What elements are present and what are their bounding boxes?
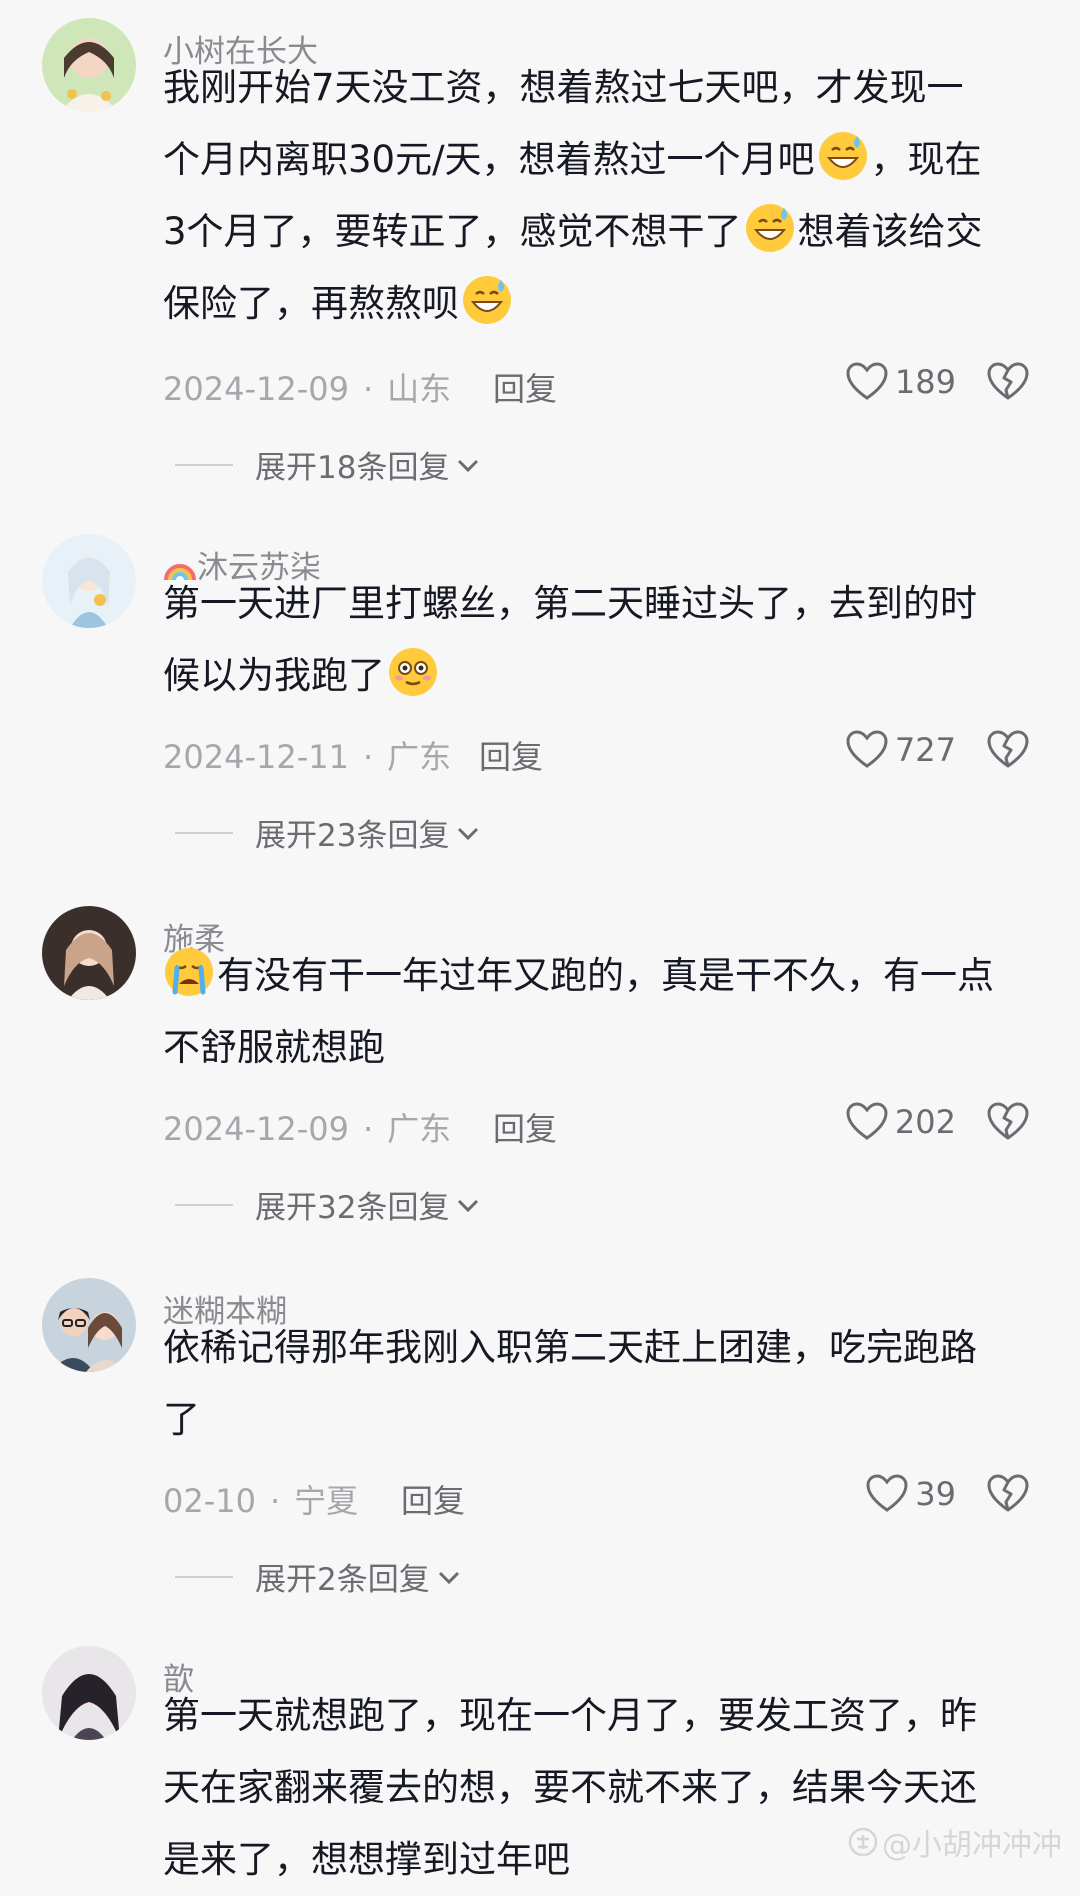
like-count: 727	[894, 731, 956, 769]
comment-line: 第一天进厂里打螺丝，第二天睡过头了，去到的时	[163, 582, 977, 625]
heart-icon	[846, 362, 888, 400]
comment-location: 山东	[387, 370, 452, 408]
reply-button[interactable]: 回复	[493, 1104, 557, 1150]
toutiao-logo-icon	[848, 1827, 878, 1857]
broken-heart-icon[interactable]	[986, 1102, 1030, 1142]
expand-replies-label: 展开32条回复	[255, 1190, 450, 1226]
comment-text: 第一天进厂里打螺丝，第二天睡过头了，去到的时 候以为我跑了	[163, 568, 1043, 712]
like-count: 39	[915, 1475, 956, 1513]
comment-line-text: ，现在	[870, 138, 982, 181]
comment-date: 2024-12-09	[163, 1110, 349, 1148]
meta-separator: ·	[362, 738, 374, 776]
comment-meta: 02-10 · 宁夏	[163, 1476, 358, 1522]
reply-button[interactable]: 回复	[401, 1476, 465, 1522]
comment-line: 候以为我跑了	[163, 640, 1043, 712]
comment-location: 广东	[387, 738, 452, 776]
meta-separator: ·	[362, 370, 374, 408]
crying-emoji-icon	[165, 948, 213, 996]
meta-separator: ·	[269, 1482, 281, 1520]
avatar[interactable]	[42, 1278, 136, 1372]
comment-meta: 2024-12-11 · 广东	[163, 732, 451, 778]
comment-text: 依稀记得那年我刚入职第二天赶上团建，吃完跑路 了	[163, 1312, 1043, 1456]
chevron-down-icon	[438, 1571, 459, 1584]
like-count: 189	[894, 363, 956, 401]
broken-heart-icon[interactable]	[986, 362, 1030, 402]
broken-heart-icon[interactable]	[986, 730, 1030, 770]
comment-line: 有没有干一年过年又跑的，真是干不久，有一点	[163, 940, 1043, 1012]
comment-line: 保险了，再熬熬呗	[163, 268, 1043, 340]
comment-line: 了	[163, 1398, 200, 1441]
heart-icon	[846, 1102, 888, 1140]
comment-line-text: 保险了，再熬熬呗	[163, 282, 459, 325]
grin-sweat-emoji-icon	[745, 204, 794, 252]
broken-heart-icon[interactable]	[986, 1474, 1030, 1514]
comment-location: 广东	[387, 1110, 452, 1148]
avatar[interactable]	[42, 1646, 136, 1740]
reply-button[interactable]: 回复	[479, 732, 543, 778]
comment-line: 不舒服就想跑	[163, 1026, 385, 1069]
heart-icon	[866, 1474, 908, 1512]
chevron-down-icon	[458, 827, 479, 840]
divider	[175, 1203, 233, 1206]
comment-line-text: 个月内离职30元/天，想着熬过一个月吧	[163, 138, 815, 181]
divider	[175, 1575, 233, 1578]
avatar[interactable]	[42, 534, 136, 628]
avatar[interactable]	[42, 18, 136, 112]
comment-line: 3个月了，要转正了，感觉不想干了 想着该给交	[163, 196, 1043, 268]
comment-meta: 2024-12-09 · 广东	[163, 1104, 451, 1150]
chevron-down-icon	[458, 1199, 479, 1212]
comment-line: 依稀记得那年我刚入职第二天赶上团建，吃完跑路	[163, 1326, 977, 1369]
meta-separator: ·	[362, 1110, 374, 1148]
avatar[interactable]	[42, 906, 136, 1000]
dazed-emoji-icon	[389, 648, 437, 696]
like-button[interactable]: 727	[845, 730, 956, 770]
grin-sweat-emoji-icon	[463, 276, 511, 324]
divider	[175, 463, 233, 466]
comment-line-text: 想着该给交	[797, 210, 983, 253]
comment-meta: 2024-12-09 · 山东	[163, 364, 451, 410]
comment-date: 2024-12-09	[163, 370, 349, 408]
expand-replies-button[interactable]: 展开18条回复	[175, 442, 481, 487]
comment-date: 2024-12-11	[163, 738, 349, 776]
expand-replies-button[interactable]: 展开32条回复	[175, 1182, 481, 1227]
comment-line: 我刚开始7天没工资，想着熬过七天吧，才发现一	[163, 66, 964, 109]
like-button[interactable]: 202	[845, 1102, 956, 1142]
comment-date: 02-10	[163, 1482, 256, 1520]
comment-line-text: 有没有干一年过年又跑的，真是干不久，有一点	[217, 954, 994, 997]
chevron-down-icon	[458, 459, 479, 472]
like-count: 202	[894, 1103, 956, 1141]
like-button[interactable]: 189	[845, 362, 956, 402]
expand-replies-label: 展开23条回复	[255, 818, 450, 854]
like-button[interactable]: 39	[865, 1474, 956, 1514]
heart-icon	[846, 730, 888, 768]
comment-line-text: 候以为我跑了	[163, 654, 385, 697]
divider	[175, 831, 233, 834]
grin-sweat-emoji-icon	[818, 132, 867, 180]
comment-text: 我刚开始7天没工资，想着熬过七天吧，才发现一 个月内离职30元/天，想着熬过一个…	[163, 52, 1043, 340]
watermark-text: @小胡冲冲冲	[882, 1828, 1062, 1863]
expand-replies-button[interactable]: 展开2条回复	[175, 1554, 462, 1599]
comment-line: 个月内离职30元/天，想着熬过一个月吧 ，现在	[163, 124, 1043, 196]
expand-replies-button[interactable]: 展开23条回复	[175, 810, 481, 855]
comment-location: 宁夏	[294, 1482, 359, 1520]
comment-text: 有没有干一年过年又跑的，真是干不久，有一点 不舒服就想跑	[163, 940, 1043, 1084]
comment-line: 第一天就想跑了，现在一个月了，要发工资了，昨	[163, 1694, 977, 1737]
watermark: @小胡冲冲冲	[848, 1820, 1062, 1864]
comment-line: 天在家翻来覆去的想，要不就不来了，结果今天还	[163, 1766, 977, 1809]
comment-line-text: 3个月了，要转正了，感觉不想干了	[163, 210, 742, 253]
expand-replies-label: 展开18条回复	[255, 450, 450, 486]
reply-button[interactable]: 回复	[493, 364, 557, 410]
expand-replies-label: 展开2条回复	[255, 1562, 430, 1598]
